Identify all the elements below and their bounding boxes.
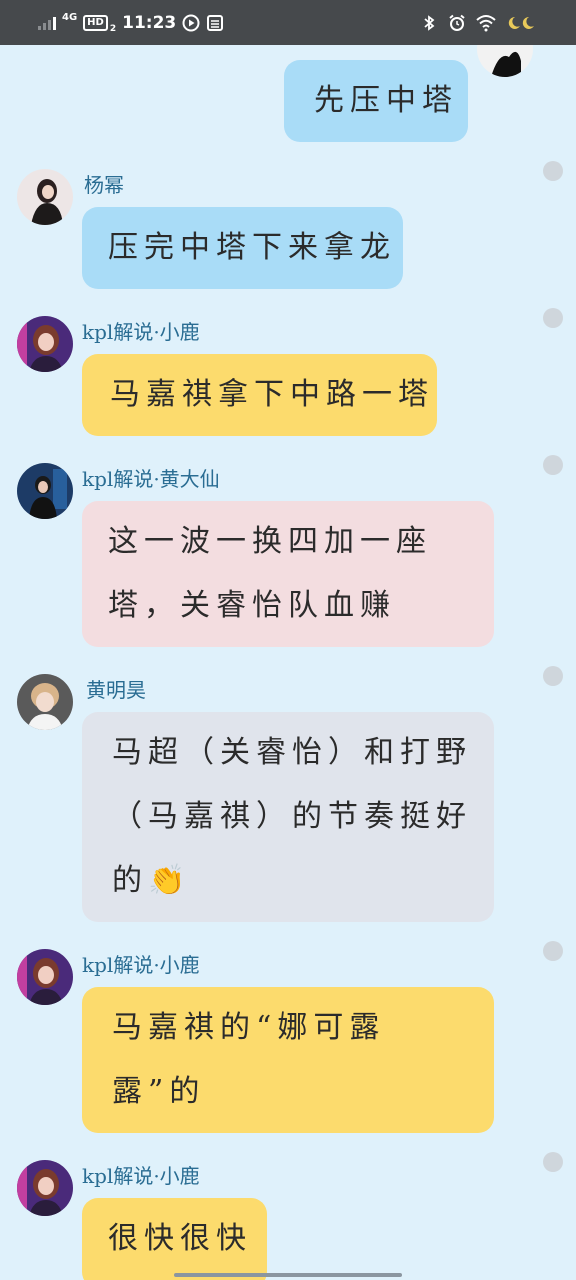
- status-dot: [543, 941, 563, 961]
- message-text-line: 塔，关睿怡队血赚: [108, 588, 396, 623]
- message-bubble[interactable]: 马超（关睿怡）和打野 （马嘉祺）的节奏挺好 的👏: [82, 712, 494, 922]
- avatar-huangdaxian[interactable]: [17, 463, 73, 519]
- message-bubble[interactable]: 这一波一换四加一座 塔，关睿怡队血赚: [82, 501, 494, 647]
- status-left: 4G HD 2 11:23: [38, 0, 224, 45]
- message-bubble[interactable]: 很快很快: [82, 1198, 267, 1280]
- bluetooth-icon: [424, 14, 435, 31]
- avatar-yangmi[interactable]: [17, 169, 73, 225]
- calendar-icon: [207, 14, 224, 31]
- status-dot: [543, 666, 563, 686]
- avatar-xiaolu[interactable]: [17, 316, 73, 372]
- status-dot: [543, 308, 563, 328]
- message-bubble[interactable]: 马嘉祺拿下中路一塔: [82, 354, 437, 436]
- avatar-xiaolu[interactable]: [17, 1160, 73, 1216]
- moon-icon: [508, 16, 534, 29]
- message-text-line: （马嘉祺）的节奏挺好: [112, 799, 472, 834]
- sender-name: 黄明昊: [86, 678, 146, 702]
- message-text: 压完中塔下来拿龙: [108, 230, 396, 265]
- message-text-line: 露”的: [112, 1074, 206, 1109]
- hd-sub: 2: [109, 23, 117, 34]
- status-bar: 4G HD 2 11:23: [0, 0, 576, 45]
- signal-icon: [38, 16, 56, 30]
- message-text-line: 的👏: [112, 863, 192, 898]
- message-text: 很快很快: [108, 1221, 252, 1256]
- sender-name: kpl解说·小鹿: [82, 1164, 200, 1188]
- status-dot: [543, 1152, 563, 1172]
- alarm-icon: [449, 14, 465, 31]
- sender-name: 杨幂: [84, 173, 124, 197]
- home-indicator[interactable]: [174, 1273, 402, 1277]
- avatar-xiaolu[interactable]: [17, 949, 73, 1005]
- avatar-huangminghao[interactable]: [17, 674, 73, 730]
- message-text: 先压中塔: [314, 83, 458, 118]
- wifi-icon: [476, 14, 496, 31]
- status-right: [420, 0, 536, 45]
- sender-name: kpl解说·小鹿: [82, 320, 200, 344]
- message-text-line: 马超（关睿怡）和打野: [112, 735, 472, 770]
- chat-area[interactable]: 先压中塔 杨幂 压完中塔下来拿龙 kpl解说·小鹿 马嘉祺拿下中路一塔 kpl解…: [0, 45, 576, 1280]
- hd-badge: HD: [83, 14, 108, 31]
- status-time: 11:23: [122, 12, 177, 33]
- message-bubble[interactable]: 先压中塔: [284, 60, 468, 142]
- network-type: 4G: [62, 11, 78, 23]
- play-icon: [182, 14, 200, 31]
- sender-name: kpl解说·小鹿: [82, 953, 200, 977]
- message-text: 马嘉祺拿下中路一塔: [110, 377, 434, 412]
- status-dot: [543, 161, 563, 181]
- sender-name: kpl解说·黄大仙: [82, 467, 220, 491]
- message-text-line: 马嘉祺的“娜可露: [112, 1010, 386, 1045]
- message-bubble[interactable]: 马嘉祺的“娜可露 露”的: [82, 987, 494, 1133]
- status-dot: [543, 455, 563, 475]
- message-bubble[interactable]: 压完中塔下来拿龙: [82, 207, 403, 289]
- message-text-line: 这一波一换四加一座: [108, 524, 432, 559]
- avatar-self[interactable]: [477, 45, 533, 77]
